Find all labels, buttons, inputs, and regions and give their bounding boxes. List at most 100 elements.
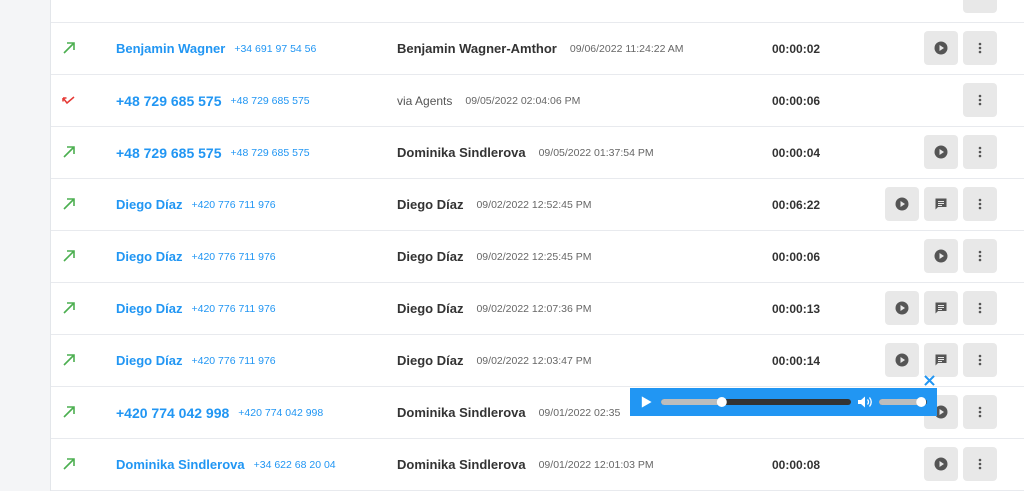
more-button[interactable] [963, 395, 997, 429]
caller-cell: Benjamin Wagner +34 691 97 54 56 [116, 23, 316, 74]
play-recording-button[interactable] [885, 291, 919, 325]
table-row[interactable]: Benjamin Wagner +34 691 97 54 56 Benjamin … [51, 23, 1024, 75]
call-duration: 00:00:13 [772, 301, 821, 316]
caller-name-link[interactable]: Benjamin Wagner [116, 41, 225, 56]
agent-cell: via Agents 09/05/2022 02:04:06 PM [397, 75, 580, 126]
play-circle-icon [894, 352, 910, 368]
play-circle-icon [933, 144, 949, 160]
play-recording-button[interactable] [924, 239, 958, 273]
agent-cell: Benjamin Wagner-Amthor 09/06/2022 11:24:2… [397, 23, 684, 74]
volume-slider[interactable] [879, 395, 927, 409]
call-duration: 00:00:14 [772, 353, 821, 368]
caller-number-link[interactable]: +420 774 042 998 [238, 407, 323, 419]
caller-cell: Diego Díaz +420 776 711 976 [116, 179, 276, 230]
caller-name-link[interactable]: Diego Díaz [116, 353, 182, 368]
call-history-table: Benjamin Wagner +34 691 97 54 56 Benjamin … [50, 0, 1024, 491]
more-button[interactable] [963, 83, 997, 117]
more-button[interactable] [963, 187, 997, 221]
play-circle-icon [933, 248, 949, 264]
volume-icon[interactable] [857, 395, 875, 409]
caller-cell: Diego Díaz +420 776 711 976 [116, 283, 276, 334]
table-row[interactable]: +48 729 685 575 +48 729 685 575 Dominika S… [51, 127, 1024, 179]
agent-name: Dominika Sindlerova [397, 145, 526, 160]
caller-number-link[interactable]: +420 776 711 976 [191, 303, 275, 315]
caller-cell: Dominika Sindlerova +34 622 68 20 04 [116, 439, 336, 490]
more-button[interactable] [963, 31, 997, 65]
agent-cell: Diego Díaz 09/02/2022 12:03:47 PM [397, 335, 591, 386]
more-button[interactable] [963, 291, 997, 325]
call-duration: 00:00:06 [772, 93, 821, 108]
arrow-up-right-icon [61, 456, 79, 474]
more-button[interactable] [963, 447, 997, 481]
more-button[interactable] [963, 343, 997, 377]
table-row[interactable]: Dominika Sindlerova +34 622 68 20 04 Domin… [51, 439, 1024, 491]
caller-name-link[interactable]: Diego Díaz [116, 301, 182, 316]
table-row[interactable]: Diego Díaz +420 776 711 976 Diego Díaz 09/0… [51, 231, 1024, 283]
more-vertical-icon [972, 40, 988, 56]
agent-name: Diego Díaz [397, 353, 464, 368]
play-recording-button[interactable] [885, 187, 919, 221]
play-icon[interactable] [639, 395, 653, 409]
call-datetime: 09/02/2022 12:52:45 PM [476, 198, 592, 211]
caller-name-link[interactable]: +48 729 685 575 [116, 145, 222, 161]
caller-number-link[interactable]: +34 691 97 54 56 [234, 43, 316, 55]
table-row[interactable]: Diego Díaz +420 776 711 976 Diego Díaz 09/0… [51, 335, 1024, 387]
call-duration: 00:00:08 [772, 457, 821, 472]
call-datetime: 09/02/2022 12:07:36 PM [476, 302, 592, 315]
agent-name: via Agents [397, 93, 453, 108]
agent-name: Diego Díaz [397, 197, 464, 212]
caller-number-link[interactable]: +48 729 685 575 [231, 147, 310, 159]
more-button[interactable] [963, 239, 997, 273]
more-button[interactable] [963, 135, 997, 169]
arrow-up-right-icon [61, 300, 79, 318]
caller-number-link[interactable]: +48 729 685 575 [231, 95, 310, 107]
close-icon[interactable] [923, 374, 936, 387]
audio-player [630, 388, 937, 416]
caller-name-link[interactable]: Diego Díaz [116, 197, 182, 212]
caller-name-link[interactable]: Dominika Sindlerova [116, 457, 245, 472]
call-datetime: 09/06/2022 11:24:22 AM [569, 42, 684, 55]
agent-name: Diego Díaz [397, 249, 464, 264]
seek-slider[interactable] [661, 395, 851, 409]
transcript-button[interactable] [924, 343, 958, 377]
transcript-button[interactable] [924, 187, 958, 221]
call-duration: 00:00:02 [772, 41, 821, 56]
agent-cell: Dominika Sindlerova 09/05/2022 01:37:54 P… [397, 127, 654, 178]
play-circle-icon [894, 300, 910, 316]
table-row[interactable]: Diego Díaz +420 776 711 976 Diego Díaz 09/0… [51, 179, 1024, 231]
play-circle-icon [933, 456, 949, 472]
caller-number-link[interactable]: +420 776 711 976 [191, 251, 275, 263]
caller-name-link[interactable]: +420 774 042 998 [116, 405, 229, 421]
arrow-up-right-icon [61, 248, 79, 266]
more-vertical-icon [972, 248, 988, 264]
table-row[interactable]: +48 729 685 575 +48 729 685 575 via Agents… [51, 75, 1024, 127]
caller-cell: +48 729 685 575 +48 729 685 575 [116, 127, 310, 178]
agent-cell: Dominika Sindlerova 09/01/2022 12:01:03 P… [397, 439, 654, 490]
play-recording-button[interactable] [924, 447, 958, 481]
comment-icon [933, 196, 949, 212]
call-datetime: 09/01/2022 02:35 [538, 406, 621, 419]
caller-number-link[interactable]: +420 776 711 976 [191, 199, 275, 211]
table-row[interactable]: Diego Díaz +420 776 711 976 Diego Díaz 09/0… [51, 283, 1024, 335]
caller-cell: Diego Díaz +420 776 711 976 [116, 231, 276, 282]
more-vertical-icon [972, 404, 988, 420]
agent-name: Diego Díaz [397, 301, 464, 316]
more-button[interactable] [963, 0, 997, 13]
transcript-button[interactable] [924, 291, 958, 325]
caller-number-link[interactable]: +34 622 68 20 04 [254, 459, 336, 471]
play-recording-button[interactable] [924, 135, 958, 169]
agent-name: Dominika Sindlerova [397, 405, 526, 420]
agent-cell: Diego Díaz 09/02/2022 12:07:36 PM [397, 283, 591, 334]
more-vertical-icon [972, 352, 988, 368]
missed-call-icon [61, 92, 79, 110]
caller-name-link[interactable]: Diego Díaz [116, 249, 182, 264]
caller-number-link[interactable]: +420 776 711 976 [191, 355, 275, 367]
play-recording-button[interactable] [885, 343, 919, 377]
play-recording-button[interactable] [924, 31, 958, 65]
agent-cell: Diego Díaz 09/02/2022 12:25:45 PM [397, 231, 591, 282]
more-vertical-icon [972, 92, 988, 108]
arrow-up-right-icon [61, 404, 79, 422]
arrow-up-right-icon [61, 352, 79, 370]
caller-name-link[interactable]: +48 729 685 575 [116, 93, 222, 109]
call-datetime: 09/01/2022 12:01:03 PM [538, 458, 654, 471]
